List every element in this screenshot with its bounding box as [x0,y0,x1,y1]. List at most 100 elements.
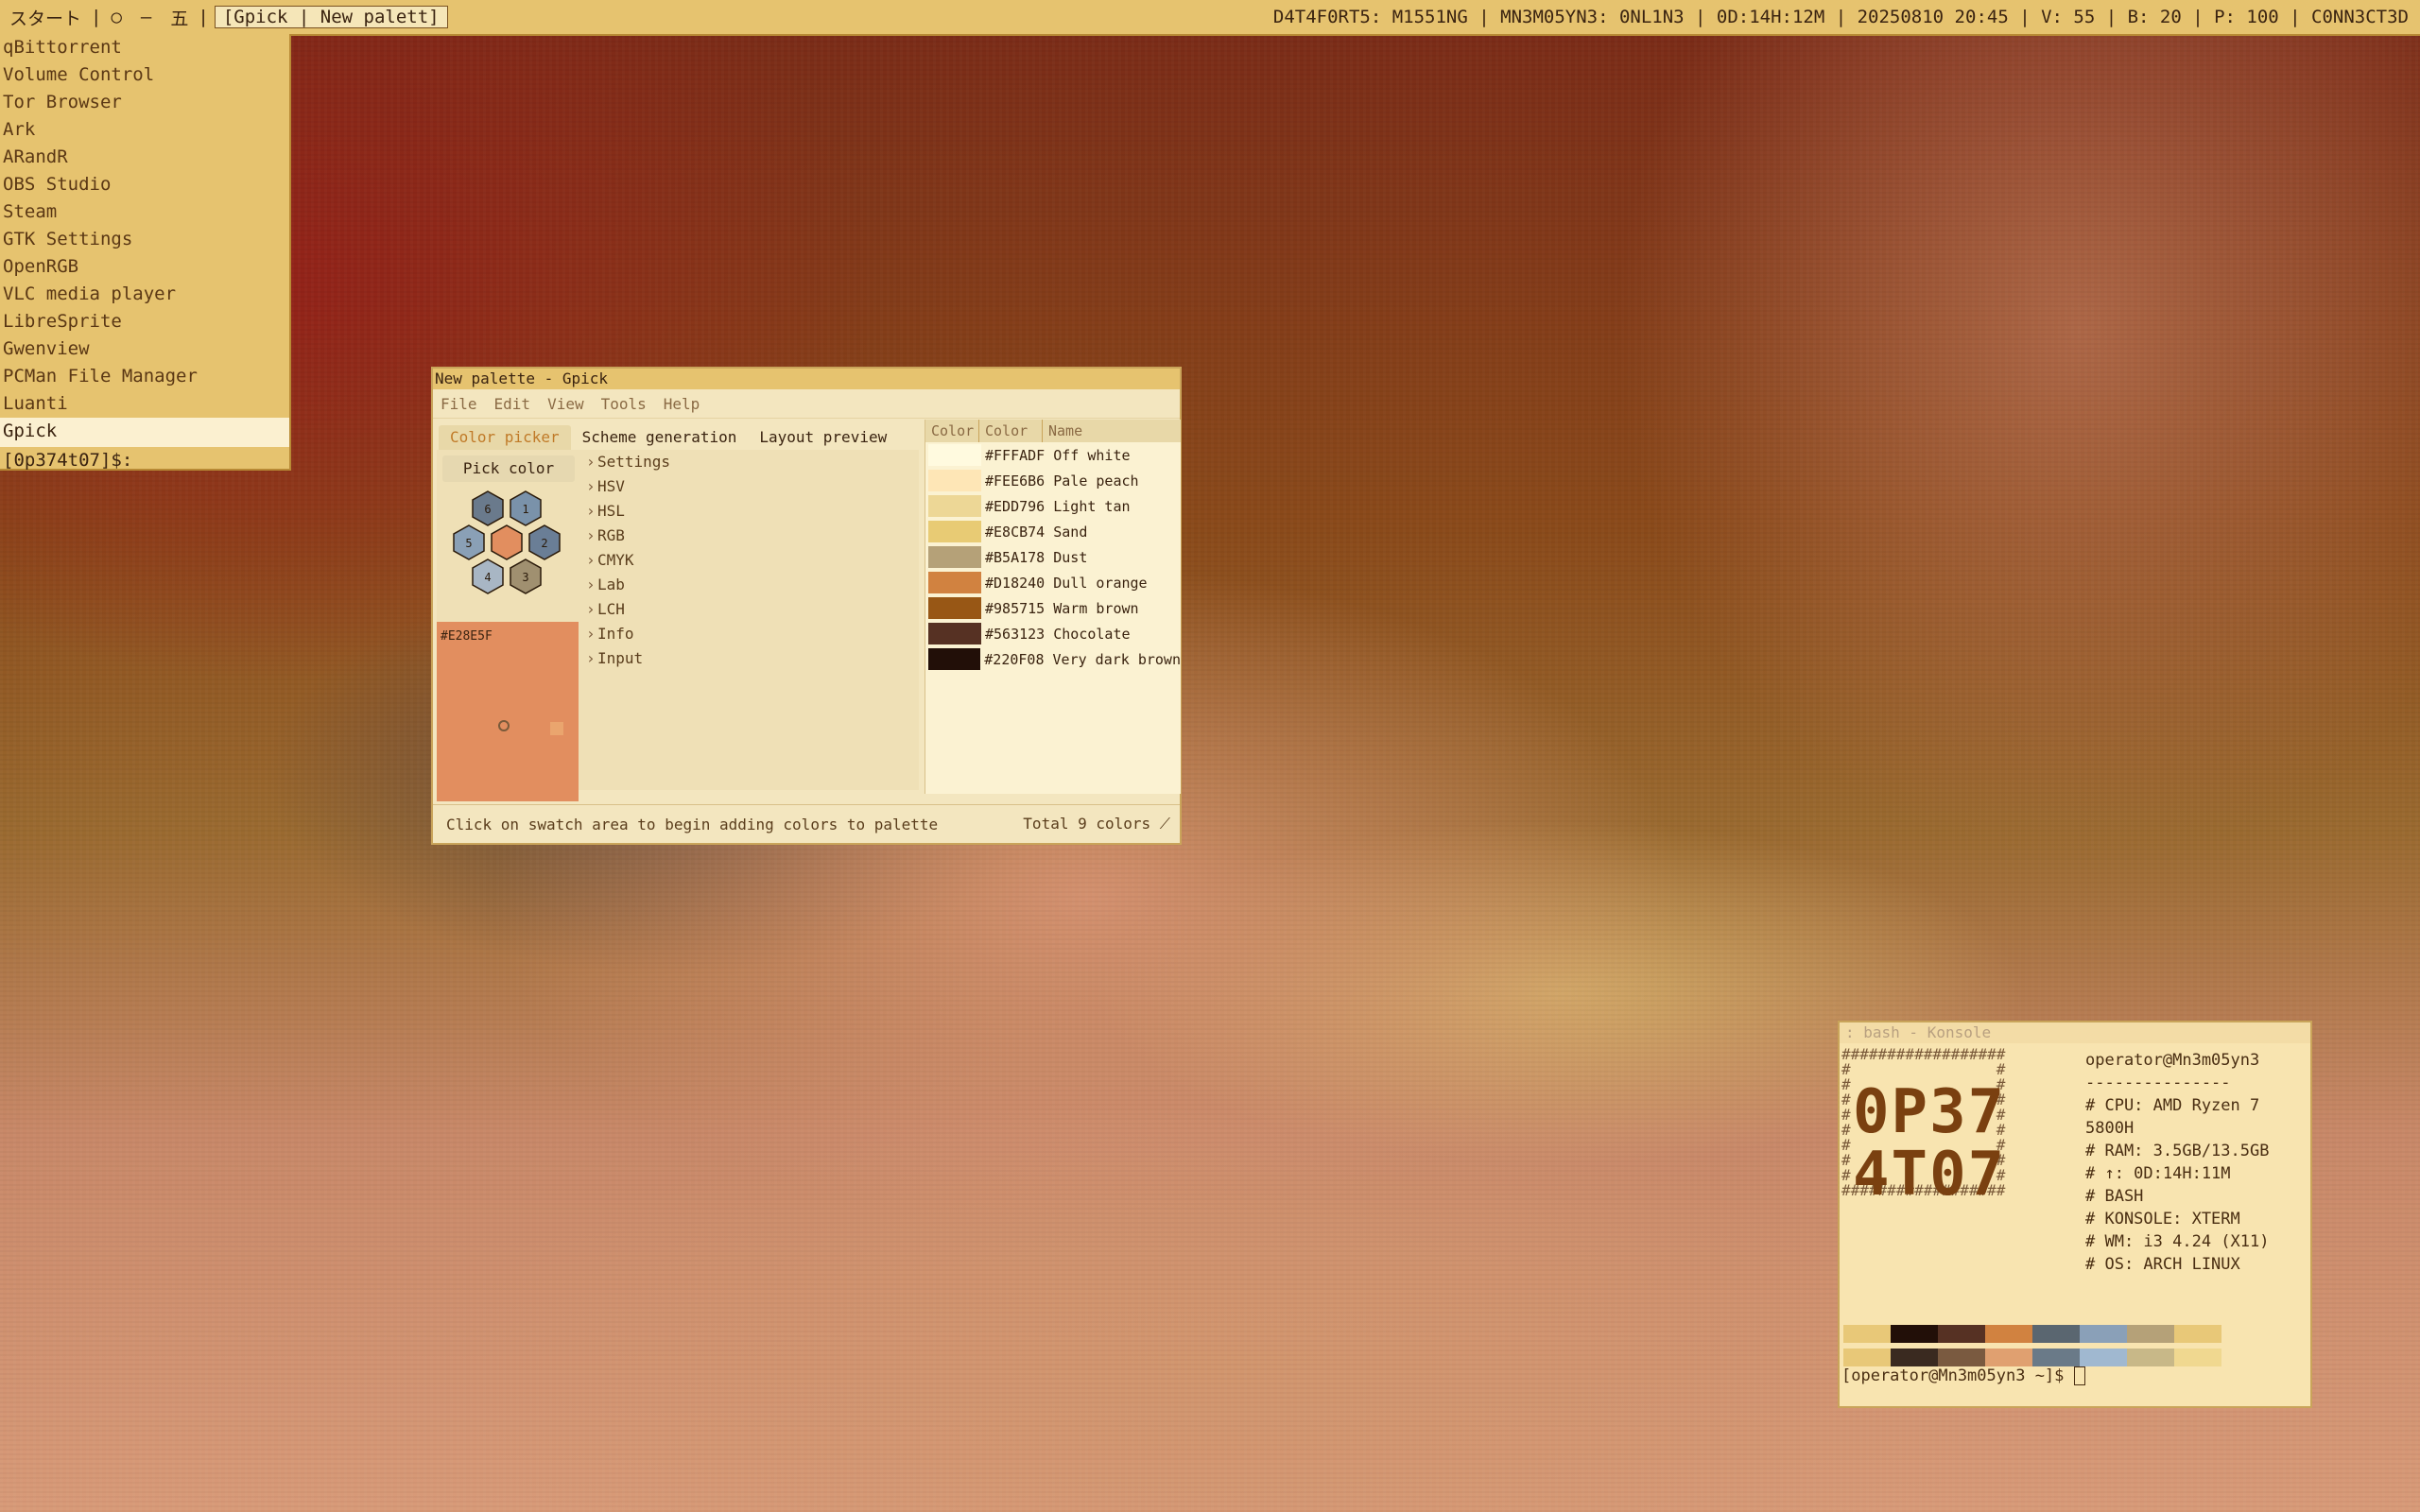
expand-arrow-icon: › [586,551,596,569]
launcher-item-ark[interactable]: Ark [0,116,289,144]
terminal-prompt[interactable]: [operator@Mn3m05yn3 ~]$ [1841,1366,2085,1385]
workspace-circle-button[interactable]: ○ [101,7,130,27]
tree-node-label: HSV [597,477,625,495]
terminal-color-block [1891,1349,1938,1366]
palette-color-chip [928,648,981,670]
separator: | [91,7,102,27]
palette-row[interactable]: #985715 Warm brown [925,595,1181,621]
column-header-color[interactable]: Color [925,420,979,442]
launcher-item-steam[interactable]: Steam [0,198,289,226]
column-header-name[interactable]: Name [1043,420,1181,442]
launcher-item-volume-control[interactable]: Volume Control [0,61,289,89]
info-shell: # BASH [2085,1187,2144,1206]
system-info-block: operator@Mn3m05yn3 --------------- # CPU… [2085,1049,2310,1276]
color-hex-swatches[interactable]: 6 1 5 2 4 3 [442,488,579,616]
launcher-prompt-input[interactable]: [0p374t07]$: [0,445,289,473]
launcher-item-gtk-settings[interactable]: GTK Settings [0,226,289,253]
menu-edit[interactable]: Edit [494,395,531,413]
palette-list: Color Color Name #FFFADF Off white #FEE6B… [925,420,1181,794]
active-window-title[interactable]: [Gpick | New palett] [214,6,448,28]
palette-row[interactable]: #FFFADF Off white [925,442,1181,468]
menu-tools[interactable]: Tools [601,395,647,413]
launcher-item-tor-browser[interactable]: Tor Browser [0,89,289,116]
terminal-color-block [1985,1325,2032,1343]
launcher-item-luanti[interactable]: Luanti [0,390,289,418]
tree-node-lab[interactable]: › Lab [586,573,917,597]
launcher-item-qbittorrent[interactable]: qBittorrent [0,34,289,61]
menu-file[interactable]: File [441,395,477,413]
launcher-item-pcman[interactable]: PCMan File Manager [0,363,289,390]
tree-node-rgb[interactable]: › RGB [586,524,917,548]
palette-color-label: #220F08 Very dark brown [984,650,1181,668]
tab-scheme-generation[interactable]: Scheme generation [571,425,749,450]
launcher-item-vlc[interactable]: VLC media player [0,281,289,308]
launcher-item-arandr[interactable]: ARandR [0,144,289,171]
palette-row[interactable]: #220F08 Very dark brown [925,646,1181,672]
gpick-titlebar[interactable]: New palette - Gpick [433,369,1180,389]
workspace-five-button[interactable]: 五 [161,5,198,30]
launcher-item-libresprite[interactable]: LibreSprite [0,308,289,335]
info-cpu: # CPU: AMD Ryzen 7 5800H [2085,1096,2260,1138]
gpick-statusbar: Click on swatch area to begin adding col… [433,804,1180,843]
tree-node-lch[interactable]: › LCH [586,597,917,622]
terminal-color-block [1843,1349,1891,1366]
palette-color-chip [928,546,981,568]
palette-row[interactable]: #B5A178 Dust [925,544,1181,570]
info-user: operator@Mn3m05yn3 [2085,1051,2260,1070]
info-uptime: # ↑: 0D:14H:11M [2085,1164,2231,1183]
separator: | [198,7,209,27]
palette-color-label: #FEE6B6 Pale peach [985,472,1139,490]
konsole-window: : bash - Konsole ################## # # … [1838,1021,2312,1408]
palette-row[interactable]: #EDD796 Light tan [925,493,1181,519]
tree-node-cmyk[interactable]: › CMYK [586,548,917,573]
tree-node-label: Info [597,625,634,643]
tree-node-input[interactable]: › Input [586,646,917,671]
palette-color-chip [928,623,981,644]
resize-grip-icon[interactable]: ⟋ [1160,815,1170,833]
ascii-logo-line-1: 0P37 [1853,1077,2007,1147]
gpick-tabs: Color picker Scheme generation Layout pr… [439,425,921,450]
palette-row[interactable]: #E8CB74 Sand [925,519,1181,544]
start-button[interactable]: スタート [0,5,91,30]
palette-row[interactable]: #563123 Chocolate [925,621,1181,646]
gpick-body: Color picker Scheme generation Layout pr… [433,420,1181,801]
menu-view[interactable]: View [547,395,584,413]
tree-node-label: HSL [597,502,625,520]
app-launcher-menu: qBittorrent Volume Control Tor Browser A… [0,34,291,471]
launcher-item-gwenview[interactable]: Gwenview [0,335,289,363]
palette-color-chip [928,597,981,619]
terminal-color-block [1891,1325,1938,1343]
palette-color-label: #FFFADF Off white [985,446,1131,464]
tree-node-settings[interactable]: › Settings [586,450,917,474]
tree-node-hsl[interactable]: › HSL [586,499,917,524]
tab-layout-preview[interactable]: Layout preview [748,425,898,450]
terminal-color-block [2127,1325,2174,1343]
konsole-titlebar[interactable]: : bash - Konsole [1840,1022,2310,1043]
tree-node-label: CMYK [597,551,634,569]
column-header-color-value[interactable]: Color [979,420,1043,442]
terminal-color-block [1843,1325,1891,1343]
workspace-dash-button[interactable]: — [131,7,161,27]
terminal-color-block [1985,1349,2032,1366]
color-row-2 [1843,1349,2221,1366]
launcher-item-gpick[interactable]: Gpick [0,418,289,445]
system-status-text: D4T4F0RT5: M1551NG | MN3M05YN3: 0NL1N3 |… [1272,7,2409,27]
tree-node-hsv[interactable]: › HSV [586,474,917,499]
terminal-color-block [2080,1325,2127,1343]
pick-color-button[interactable]: Pick color [442,455,575,482]
tree-node-label: Input [597,649,644,667]
prompt-text: [operator@Mn3m05yn3 ~]$ [1841,1366,2074,1385]
menu-help[interactable]: Help [664,395,700,413]
launcher-item-openrgb[interactable]: OpenRGB [0,253,289,281]
launcher-item-obs-studio[interactable]: OBS Studio [0,171,289,198]
tree-node-info[interactable]: › Info [586,622,917,646]
palette-row[interactable]: #FEE6B6 Pale peach [925,468,1181,493]
hex-label-4: 4 [484,571,491,584]
palette-row[interactable]: #D18240 Dull orange [925,570,1181,595]
top-status-bar: スタート | ○ — 五 | [Gpick | New palett] D4T4… [0,0,2420,36]
swatch-area[interactable] [437,622,579,801]
expand-arrow-icon: › [586,453,596,471]
palette-color-label: #EDD796 Light tan [985,497,1131,515]
hex-swatch-center [491,524,523,560]
tab-color-picker[interactable]: Color picker [439,425,571,450]
